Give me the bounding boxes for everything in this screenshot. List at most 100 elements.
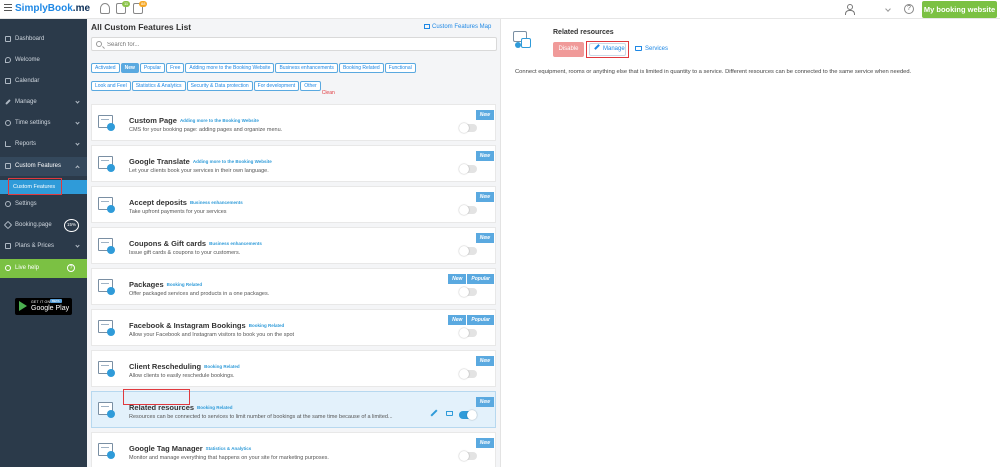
sidebar-item-booking-page[interactable]: Booking.page 15% xyxy=(0,216,87,235)
feature-category: Statistics & Analytics xyxy=(205,446,252,451)
calendar-icon[interactable]: 88 xyxy=(133,1,148,14)
filter-tag[interactable]: Activated xyxy=(91,63,120,73)
new-badge: New xyxy=(475,233,494,243)
feature-icon xyxy=(98,276,118,296)
new-badge: New xyxy=(475,438,494,448)
feature-toggle[interactable] xyxy=(459,164,477,174)
cart-icon[interactable] xyxy=(446,411,453,416)
help-icon[interactable]: ? xyxy=(904,4,914,14)
features-list-panel: All Custom Features List Custom Features… xyxy=(87,19,500,467)
clean-filters-link[interactable]: Clean xyxy=(322,88,335,98)
help-icon: ? xyxy=(67,264,75,272)
sidebar-item-welcome[interactable]: Welcome xyxy=(0,51,87,70)
feature-card[interactable]: Facebook & Instagram Bookings Booking Rel… xyxy=(91,309,496,346)
custom-features-map-link[interactable]: Custom Features Map xyxy=(424,24,491,30)
feature-title-text[interactable]: Coupons & Gift cards xyxy=(129,239,206,248)
feature-card[interactable]: Coupons & Gift cards Business enhancement… xyxy=(91,227,496,264)
highlight-box xyxy=(8,178,62,195)
feature-toggle[interactable] xyxy=(459,287,477,297)
feature-toggle[interactable] xyxy=(459,123,477,133)
google-play-badge[interactable]: GET IT ON BETA Google Play xyxy=(15,298,72,315)
filter-tag[interactable]: For development xyxy=(253,81,300,91)
sidebar-item-custom-features[interactable]: Custom Features xyxy=(0,157,87,176)
feature-toggle[interactable] xyxy=(459,328,477,338)
pencil-icon[interactable] xyxy=(430,409,438,417)
filter-tag[interactable]: Free xyxy=(166,63,185,73)
filter-tag[interactable]: Business enhancements xyxy=(275,63,338,73)
feature-badges: New xyxy=(475,185,494,203)
feature-card[interactable]: Google Translate Adding more to the Booki… xyxy=(91,145,496,182)
user-icon[interactable] xyxy=(845,4,855,15)
feature-detail-panel: Related resources Disable Manage Service… xyxy=(500,19,1000,467)
new-badge: New xyxy=(475,397,494,407)
filter-tag[interactable]: Functional xyxy=(384,63,416,73)
logo[interactable]: SimplyBook.me xyxy=(15,3,90,14)
feature-title-text[interactable]: Facebook & Instagram Bookings xyxy=(129,321,246,330)
notification-badge: 11 xyxy=(122,1,131,7)
feature-title: Related resources xyxy=(553,29,614,36)
chevron-down-icon[interactable] xyxy=(885,6,891,12)
filter-tag[interactable]: Adding more to the Booking Website xyxy=(185,63,275,73)
map-link-label: Custom Features Map xyxy=(432,24,492,30)
sidebar-item-plans-prices[interactable]: Plans & Prices xyxy=(0,237,87,256)
page-title: All Custom Features List xyxy=(91,22,192,32)
feature-title-text[interactable]: Accept deposits xyxy=(129,198,187,207)
feature-title-text[interactable]: Custom Page xyxy=(129,116,177,125)
feature-toggle[interactable] xyxy=(459,246,477,256)
feature-description: Connect equipment, rooms or anything els… xyxy=(515,69,912,75)
sidebar-item-calendar[interactable]: Calendar xyxy=(0,72,87,91)
feature-title-text[interactable]: Google Translate xyxy=(129,157,190,166)
feature-card[interactable]: Client Rescheduling Booking Related Allow … xyxy=(91,350,496,387)
logo-tld: .me xyxy=(72,3,91,14)
feature-title-text[interactable]: Client Rescheduling xyxy=(129,362,201,371)
filter-tag[interactable]: Booking Related xyxy=(338,63,384,73)
feature-icon xyxy=(98,153,118,173)
feature-description: Allow clients to easily reschedule booki… xyxy=(129,373,235,379)
search-input[interactable] xyxy=(107,40,487,49)
feature-toggle[interactable] xyxy=(459,410,477,420)
feature-title: Custom Page Adding more to the Booking We… xyxy=(129,116,259,125)
sidebar-item-time-settings[interactable]: Time settings xyxy=(0,114,87,133)
feature-badges: New xyxy=(475,349,494,367)
sidebar-item-manage[interactable]: Manage xyxy=(0,93,87,112)
feature-badges: New xyxy=(475,431,494,449)
sidebar-item-dashboard[interactable]: Dashboard xyxy=(0,30,87,49)
filter-tag[interactable]: Look and Feel xyxy=(91,81,131,91)
sidebar-item-settings[interactable]: Settings xyxy=(0,195,87,214)
chat-icon xyxy=(5,265,11,271)
services-button[interactable]: Services xyxy=(635,43,668,56)
gear-icon xyxy=(5,201,11,207)
feature-title-text[interactable]: Google Tag Manager xyxy=(129,444,203,453)
new-badge: New xyxy=(475,151,494,161)
feature-card[interactable]: Accept deposits Business enhancements Take… xyxy=(91,186,496,223)
filter-tag[interactable]: Other xyxy=(300,81,321,91)
filter-tag[interactable]: Security & Data protection xyxy=(186,81,253,91)
feature-toggle[interactable] xyxy=(459,451,477,461)
feature-description: Offer packaged services and products in … xyxy=(129,291,270,297)
filter-tag[interactable]: New xyxy=(120,63,139,73)
bell-icon[interactable] xyxy=(100,3,110,14)
feature-title-text[interactable]: Packages xyxy=(129,280,164,289)
sidebar-item-reports[interactable]: Reports xyxy=(0,135,87,154)
disable-button[interactable]: Disable xyxy=(553,42,584,57)
filter-tag[interactable]: Statistics & Analytics xyxy=(131,81,186,91)
feature-toggle[interactable] xyxy=(459,369,477,379)
calendar-add-icon[interactable]: 11 xyxy=(116,1,131,14)
feature-description: Issue gift cards & coupons to your custo… xyxy=(129,250,241,256)
filter-tag[interactable]: Popular xyxy=(139,63,166,73)
feature-toggle[interactable] xyxy=(459,205,477,215)
sidebar-item-live-help[interactable]: Live help? xyxy=(0,259,87,278)
related-resources-icon xyxy=(511,28,533,50)
menu-icon[interactable] xyxy=(4,4,12,11)
feature-description: Monitor and manage everything that happe… xyxy=(129,455,329,461)
pin-icon xyxy=(5,57,11,63)
chevron-down-icon xyxy=(75,120,80,125)
search-field[interactable] xyxy=(91,37,497,51)
feature-icon xyxy=(98,358,118,378)
feature-card[interactable]: Packages Booking Related Offer packaged se… xyxy=(91,268,496,305)
my-booking-website-button[interactable]: My booking website xyxy=(922,1,997,18)
feature-category: Adding more to the Booking Website xyxy=(192,159,272,164)
feature-card[interactable]: Custom Page Adding more to the Booking We… xyxy=(91,104,496,141)
feature-card[interactable]: Google Tag Manager Statistics & Analytics… xyxy=(91,432,496,467)
chevron-down-icon xyxy=(75,243,80,248)
